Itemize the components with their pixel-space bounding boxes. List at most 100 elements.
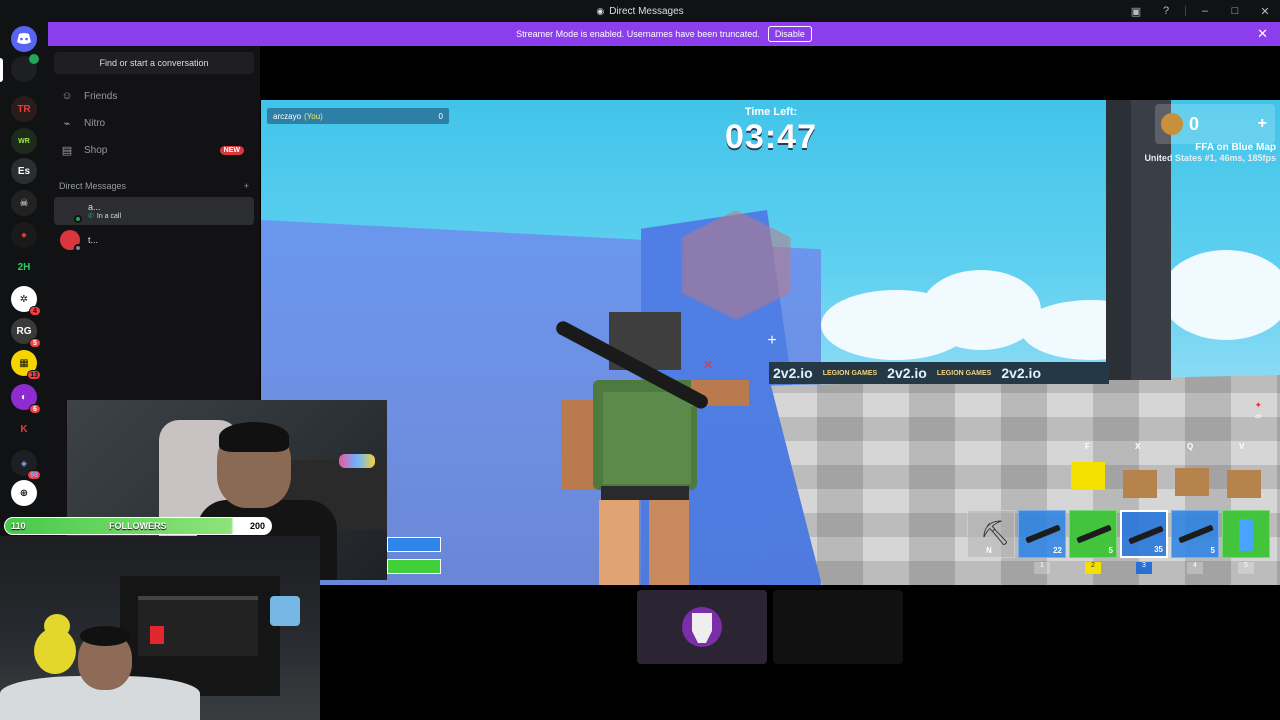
new-badge: NEW xyxy=(219,145,244,155)
server-icon-12[interactable]: K xyxy=(11,416,37,442)
build-ramp-slot[interactable] xyxy=(1175,468,1209,496)
map-info: FFA on Blue Map United States #1, 46ms, … xyxy=(1144,142,1276,164)
friends-icon: ☺ xyxy=(61,90,73,102)
streamer-mode-banner: Streamer Mode is enabled. Usernames have… xyxy=(48,22,1280,46)
server-icon-11[interactable]: ◐ 6 xyxy=(11,384,41,414)
cloud xyxy=(1161,250,1280,340)
nitro-icon: ⌁ xyxy=(63,117,71,130)
server-icon-8[interactable]: ✲ 4 xyxy=(11,286,41,316)
build-floor-slot[interactable] xyxy=(1123,470,1157,498)
title-bar: ◉ Direct Messages ▣ ? – □ ✕ xyxy=(0,0,1280,22)
inbox-icon[interactable]: ▣ xyxy=(1121,0,1151,22)
dm-status: In a call xyxy=(96,212,121,220)
close-button[interactable]: ✕ xyxy=(1250,0,1280,22)
avatar xyxy=(60,201,82,223)
build-roof-slot[interactable] xyxy=(1227,470,1261,498)
potion-icon xyxy=(1239,519,1253,551)
dm-header: Direct Messages + xyxy=(59,181,249,191)
server-icon-es[interactable]: Es xyxy=(11,158,37,184)
hotbar-slot-1[interactable]: 22 xyxy=(1018,510,1066,558)
status-icon xyxy=(74,244,82,252)
coin-value: 0 xyxy=(1189,113,1200,134)
server-icon-14[interactable]: ⊕ xyxy=(11,480,37,506)
close-icon[interactable]: ✕ xyxy=(1257,26,1268,42)
mention-badge: 6 xyxy=(29,404,41,414)
character-arm xyxy=(561,400,597,490)
followers-label: FOLLOWERS xyxy=(109,521,167,531)
minimize-button[interactable]: – xyxy=(1190,0,1220,22)
mention-badge: 98 xyxy=(27,470,41,480)
maximize-button[interactable]: □ xyxy=(1220,0,1250,22)
nav-label: Nitro xyxy=(84,117,106,129)
disable-button[interactable]: Disable xyxy=(767,26,812,42)
participant-tile[interactable] xyxy=(637,590,767,664)
player-tag: (You) xyxy=(304,111,323,121)
followers-current: 110 xyxy=(11,521,26,531)
webcam-overlay-lower xyxy=(0,536,320,720)
character-leg xyxy=(649,500,689,585)
stream-view[interactable]: 2v2.io LEGION GAMES 2v2.io LEGION GAMES … xyxy=(261,100,1280,585)
hotbar-slot-2[interactable]: 5 xyxy=(1069,510,1117,558)
search-input[interactable]: Find or start a conversation xyxy=(54,52,254,74)
followers-goal-bar: 110 FOLLOWERS 200 xyxy=(4,517,272,535)
crosshair-icon: + xyxy=(767,332,777,349)
nav-item-nitro[interactable]: ⌁ Nitro xyxy=(54,111,254,135)
server-icon-13[interactable]: ◈ 98 xyxy=(11,450,41,480)
add-coins-button[interactable]: + xyxy=(1258,115,1267,133)
hit-marker-icon: ✕ xyxy=(703,358,714,372)
toy xyxy=(339,454,375,468)
character-belt xyxy=(601,486,689,500)
server-info: United States #1, 46ms, 185fps xyxy=(1144,153,1276,163)
ammo-infinite: ✦ ∞ xyxy=(1254,400,1262,421)
server-icon-tr[interactable]: TR xyxy=(11,96,37,122)
server-icon-5[interactable]: ◆ xyxy=(11,222,37,248)
dm-item[interactable]: t... xyxy=(54,226,254,254)
divider xyxy=(1185,6,1186,16)
server-icon-skull[interactable]: ☠ xyxy=(11,190,37,216)
followers-goal: 200 xyxy=(249,521,265,531)
dm-name: a... xyxy=(88,202,101,212)
pickaxe-icon: ⛏ xyxy=(980,520,1011,547)
home-button[interactable] xyxy=(11,26,37,52)
window-title: ◉ Direct Messages xyxy=(596,6,683,17)
time-label: Time Left: xyxy=(744,106,798,118)
avatar xyxy=(60,230,82,252)
health-bar xyxy=(387,559,441,574)
build-keys: F X Q V xyxy=(1085,442,1245,451)
rubber-duck xyxy=(34,628,76,674)
character-leg xyxy=(599,500,639,585)
hotbar: ⛏ N 22 5 35 5 1 2 3 4 5 xyxy=(967,510,1271,574)
participant-tile[interactable] xyxy=(773,590,903,664)
coin-counter: 0 + xyxy=(1155,104,1275,144)
server-icon-2[interactable]: WR xyxy=(11,128,37,154)
server-icon-rg[interactable]: RG 5 xyxy=(11,318,41,348)
map-name: FFA on Blue Map xyxy=(1195,142,1276,153)
build-wall-slot[interactable] xyxy=(1071,462,1105,490)
hotbar-slot-5[interactable] xyxy=(1222,510,1270,558)
shotgun-icon xyxy=(1076,524,1112,544)
help-icon[interactable]: ? xyxy=(1151,0,1181,22)
nav-item-shop[interactable]: ▤ Shop NEW xyxy=(54,138,254,162)
window-controls: ▣ ? – □ ✕ xyxy=(1121,0,1280,22)
hotbar-slot-4[interactable]: 5 xyxy=(1171,510,1219,558)
avatar xyxy=(682,607,722,647)
mention-badge: 5 xyxy=(29,338,41,348)
arena-banner: 2v2.io LEGION GAMES 2v2.io LEGION GAMES … xyxy=(769,362,1109,384)
player-name: arczayo xyxy=(273,111,302,121)
banner-text: Streamer Mode is enabled. Usernames have… xyxy=(516,29,760,39)
sniper-icon xyxy=(1178,524,1214,544)
coin-icon xyxy=(1161,113,1183,135)
server-icon-2h[interactable]: 2H xyxy=(11,254,37,280)
hotbar-slot-3[interactable]: 35 xyxy=(1120,510,1168,558)
mention-badge: 4 xyxy=(29,306,41,316)
dm-avatar-button[interactable] xyxy=(11,54,39,82)
nav-item-friends[interactable]: ☺ Friends xyxy=(54,84,254,108)
nav-label: Shop xyxy=(84,144,108,156)
character-vest xyxy=(603,392,691,484)
shield-bar xyxy=(387,537,441,552)
hotbar-slot-pickaxe[interactable]: ⛏ N xyxy=(967,510,1015,558)
dm-item[interactable]: a... ✆ In a call xyxy=(54,197,254,225)
mention-badge: 13 xyxy=(27,370,41,380)
server-icon-10[interactable]: ▦ 13 xyxy=(11,350,41,380)
add-dm-button[interactable]: + xyxy=(244,181,249,191)
